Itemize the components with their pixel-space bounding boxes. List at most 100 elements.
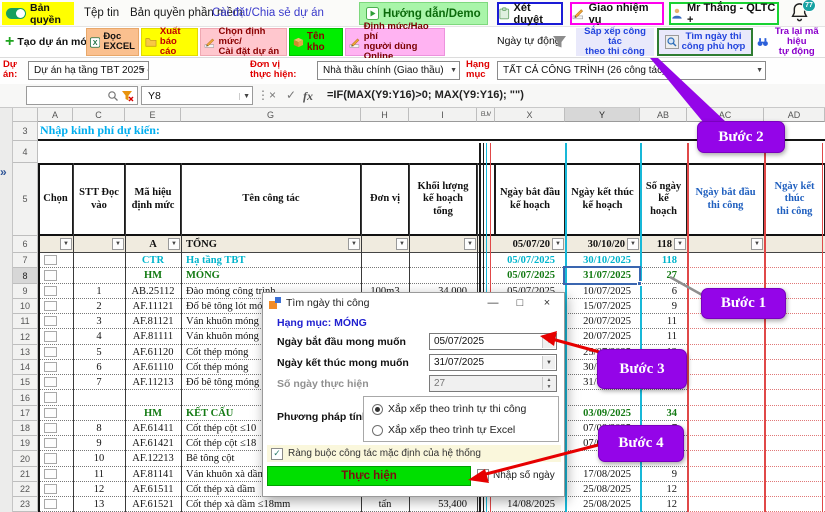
column-header-G[interactable]: G xyxy=(181,108,361,122)
column-header-X[interactable]: X xyxy=(495,108,565,122)
grid-cell[interactable]: 4 xyxy=(73,329,125,344)
column-header-AD[interactable]: AD xyxy=(764,108,825,122)
grid-cell[interactable]: AF.11121 xyxy=(126,299,180,313)
grid-cell[interactable]: AF.61421 xyxy=(126,436,180,450)
grid-cell[interactable]: 05/07/2025 xyxy=(495,268,561,283)
filter-cell-chon[interactable]: ▼ xyxy=(38,236,73,253)
grid-cell[interactable]: AF.61521 xyxy=(126,497,180,511)
radio-selected-icon[interactable] xyxy=(372,404,383,415)
grid-cell[interactable]: 10 xyxy=(73,451,125,466)
row-header-22[interactable]: 22 xyxy=(13,482,38,497)
column-header-Y[interactable]: Y xyxy=(565,108,640,122)
row-select-box[interactable] xyxy=(44,377,57,387)
row-header-16[interactable]: 16 xyxy=(13,390,38,406)
filter-cell-qty[interactable]: ▼ xyxy=(409,236,477,253)
column-header-C[interactable]: C xyxy=(73,108,125,122)
grid-cell[interactable]: 25/08/2025 xyxy=(567,497,637,511)
filter-dropdown-button[interactable]: ▼ xyxy=(348,238,360,250)
grid-cell[interactable]: 12 xyxy=(640,482,683,496)
grid-cell[interactable]: AF.12213 xyxy=(126,451,180,466)
grid-cell[interactable]: 12 xyxy=(73,482,125,496)
row-select-box[interactable] xyxy=(44,484,57,494)
row-select-box[interactable] xyxy=(44,423,57,433)
filter-dropdown-button[interactable]: ▼ xyxy=(674,238,686,250)
row-select-box[interactable] xyxy=(44,270,57,281)
row-header-9[interactable]: 9 xyxy=(13,284,38,299)
row-header-18[interactable]: 18 xyxy=(13,421,38,436)
grid-cell[interactable]: 6 xyxy=(73,360,125,374)
grid-cell[interactable]: 11 xyxy=(640,329,683,344)
filter-cell-code[interactable]: A▼ xyxy=(125,236,181,253)
grid-cell[interactable]: MÓNG xyxy=(183,268,359,283)
filter-cell-unit[interactable]: ▼ xyxy=(361,236,409,253)
grid-cell[interactable]: 5 xyxy=(73,345,125,359)
row-select-box[interactable] xyxy=(44,331,57,342)
chevron-down-icon[interactable]: ▼ xyxy=(542,356,555,369)
grid-cell[interactable]: 3 xyxy=(73,314,125,328)
row-header-10[interactable]: 10 xyxy=(13,299,38,314)
grid-cell[interactable]: HM xyxy=(126,406,180,420)
grid-cell[interactable]: HM xyxy=(126,268,180,283)
grid-cell[interactable]: tấn xyxy=(361,497,409,511)
filter-dropdown-button[interactable]: ▼ xyxy=(464,238,476,250)
grid-cell[interactable]: CTR xyxy=(126,253,180,267)
radio-unselected-icon[interactable] xyxy=(372,425,383,436)
grid-cell[interactable]: AF.61411 xyxy=(126,421,180,435)
filter-dropdown-button[interactable]: ▼ xyxy=(112,238,124,250)
row-header-14[interactable]: 14 xyxy=(13,360,38,375)
grid-cell[interactable]: 20/07/2025 xyxy=(567,329,637,344)
row-header-15[interactable]: 15 xyxy=(13,375,38,390)
grid-cell[interactable]: AF.81121 xyxy=(126,314,180,328)
filter-cell-ac[interactable]: ▼ xyxy=(687,236,764,253)
spin-down-icon[interactable]: ▼ xyxy=(543,384,555,391)
grid-cell[interactable]: AF.81141 xyxy=(126,467,180,481)
row-select-box[interactable] xyxy=(44,453,57,464)
row-header-3[interactable]: 3 xyxy=(13,122,38,141)
row-select-box[interactable] xyxy=(44,499,57,509)
row-header-20[interactable]: 20 xyxy=(13,451,38,467)
filter-dropdown-button[interactable]: ▼ xyxy=(751,238,763,250)
row-select-box[interactable] xyxy=(44,255,57,265)
row-header-11[interactable]: 11 xyxy=(13,314,38,329)
filter-dropdown-button[interactable]: ▼ xyxy=(552,238,564,250)
select-all-corner[interactable] xyxy=(13,108,38,122)
spinner-buttons[interactable]: ▲▼ xyxy=(542,377,555,390)
grid-cell[interactable]: 30/10/2025 xyxy=(567,253,637,267)
row-select-box[interactable] xyxy=(44,362,57,372)
grid-cell[interactable]: 118 xyxy=(640,253,683,267)
days-spinner[interactable]: 27 ▲▼ xyxy=(429,375,557,392)
row-select-box[interactable] xyxy=(44,392,57,403)
grid-cell[interactable]: 7 xyxy=(73,375,125,389)
row-header-13[interactable]: 13 xyxy=(13,345,38,360)
checkbox-unchecked-icon[interactable] xyxy=(477,469,489,481)
grid-cell[interactable]: AF.61120 xyxy=(126,345,180,359)
row-header-19[interactable]: 19 xyxy=(13,436,38,451)
grid-cell[interactable]: 10/07/2025 xyxy=(567,284,637,298)
filter-dropdown-button[interactable]: ▼ xyxy=(627,238,639,250)
grid-cell[interactable]: 27 xyxy=(640,268,683,283)
column-header-AC[interactable]: AC xyxy=(687,108,764,122)
maximize-button[interactable]: □ xyxy=(509,297,531,309)
filter-dropdown-button[interactable]: ▼ xyxy=(396,238,408,250)
filter-cell-ab[interactable]: 118▼ xyxy=(640,236,687,253)
column-header-E[interactable]: E xyxy=(125,108,181,122)
radio-excel-order[interactable]: Xắp xếp theo trình tự Excel xyxy=(372,424,515,436)
run-button[interactable]: Thực hiện xyxy=(267,466,471,486)
row-header-23[interactable]: 23 xyxy=(13,497,38,512)
filter-cell-stt[interactable]: ▼ xyxy=(73,236,125,253)
row-select-box[interactable] xyxy=(44,408,57,418)
column-header-A[interactable]: A xyxy=(38,108,73,122)
row-header-7[interactable]: 7 xyxy=(13,253,38,268)
grid-cell[interactable]: AF.11213 xyxy=(126,375,180,389)
grid-cell[interactable]: 9 xyxy=(73,436,125,450)
filter-dropdown-button[interactable]: ▼ xyxy=(168,238,180,250)
grid-cell[interactable]: 8 xyxy=(73,421,125,435)
grid-cell[interactable]: 9 xyxy=(640,467,683,481)
row-header-17[interactable]: 17 xyxy=(13,406,38,421)
selected-cell-Y8[interactable] xyxy=(563,266,641,285)
grid-cell[interactable]: Hạ tầng TBT xyxy=(183,253,359,267)
row-select-box[interactable] xyxy=(44,438,57,448)
grid-cell[interactable]: 17/08/2025 xyxy=(567,467,637,481)
constraint-option[interactable]: ✓ Ràng buộc công tác mặc định của hệ thố… xyxy=(267,445,561,462)
minimize-button[interactable]: — xyxy=(482,297,504,309)
